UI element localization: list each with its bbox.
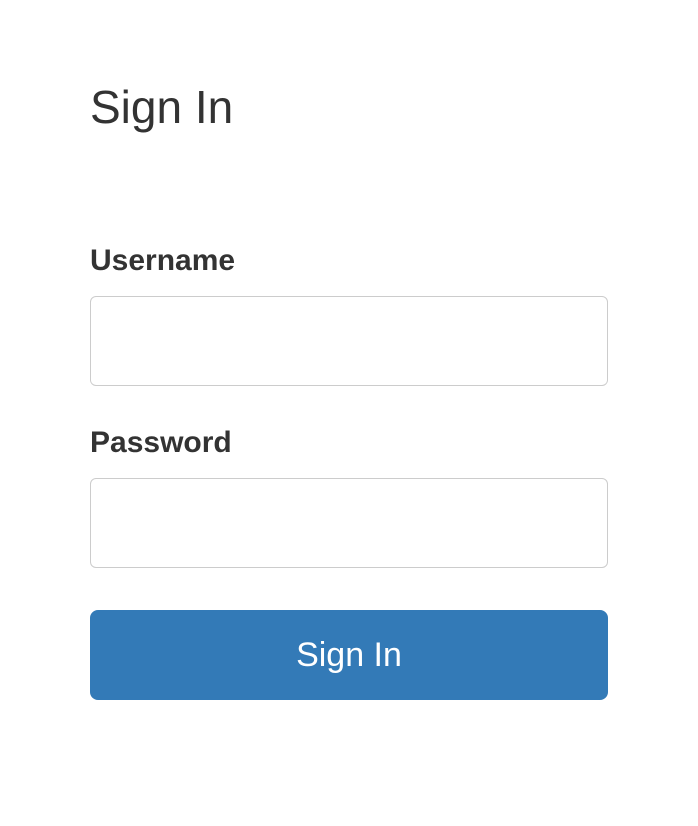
username-label: Username bbox=[90, 244, 608, 278]
password-label: Password bbox=[90, 426, 608, 460]
password-group: Password bbox=[90, 426, 608, 568]
password-input[interactable] bbox=[90, 478, 608, 568]
page-title: Sign In bbox=[90, 80, 608, 134]
signin-form: Username Password Sign In bbox=[90, 244, 608, 700]
username-input[interactable] bbox=[90, 296, 608, 386]
username-group: Username bbox=[90, 244, 608, 386]
signin-button[interactable]: Sign In bbox=[90, 610, 608, 700]
